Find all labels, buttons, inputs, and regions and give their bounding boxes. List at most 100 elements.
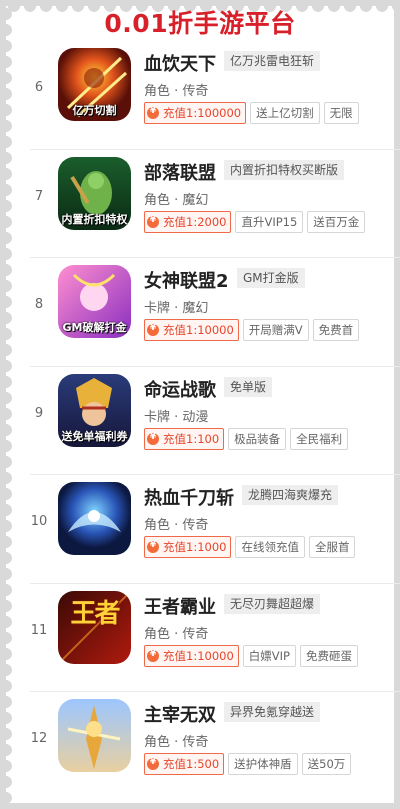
- meta-separator: ·: [170, 192, 183, 208]
- game-category: 卡牌: [144, 301, 171, 316]
- game-name[interactable]: 命运战歌: [144, 376, 216, 402]
- benefit-chip: 送护体神盾: [228, 753, 298, 775]
- game-name[interactable]: 热血千刀斩: [144, 484, 234, 510]
- benefit-chip: 免费首: [312, 319, 360, 341]
- game-tag: 异界免氪穿越送: [224, 702, 321, 722]
- benefit-chip: 全服首: [308, 536, 356, 558]
- game-genre: 传奇: [182, 626, 209, 642]
- icon-caption: 送免单福利券: [61, 429, 128, 443]
- benefit-chip: 开局赠满V: [242, 319, 309, 341]
- game-tag: GM打金版: [237, 268, 305, 288]
- game-row[interactable]: 12 主宰无双异界免氪穿越送角色 · 传奇充值1:500 送护体神盾送50万: [22, 691, 400, 800]
- icon-caption: 王者: [70, 598, 120, 629]
- chip-row: 充值1:100000 送上亿切割无限: [144, 102, 400, 124]
- game-category: 角色: [144, 735, 171, 750]
- game-tag: 龙腾四海爽爆充: [242, 485, 339, 505]
- game-category: 角色: [144, 84, 171, 99]
- icon-caption: 内置折扣特权: [61, 212, 128, 226]
- game-category: 角色: [144, 518, 171, 533]
- game-genre: 魔幻: [182, 301, 209, 316]
- rank-number: 6: [34, 80, 44, 95]
- chip-row: 充值1:2000 直升VIP15送百万金: [144, 210, 400, 233]
- game-row[interactable]: 6 亿万切割 血饮天下亿万兆雷电狂斩角色 · 传奇充值1:100000 送上亿切割无限: [22, 40, 400, 149]
- game-zhuzai-icon[interactable]: [58, 699, 131, 772]
- game-name[interactable]: 主宰无双: [144, 701, 216, 727]
- coin-icon: [147, 432, 159, 445]
- rank-number: 8: [34, 297, 44, 312]
- game-row[interactable]: 11 王者王者霸业无尽刃舞超超爆角色 · 传奇充值1:10000 白嫖VIP免费砸蛋: [22, 582, 400, 692]
- recharge-badge: 充值1:1000: [144, 536, 232, 558]
- recharge-badge: 充值1:100000: [144, 102, 247, 124]
- game-mingyun-icon[interactable]: 送免单福利券: [58, 373, 131, 447]
- benefit-chip: 在线领充值: [235, 536, 305, 558]
- game-meta: 角色 · 传奇: [144, 731, 208, 750]
- game-rexue-icon[interactable]: [58, 482, 131, 555]
- meta-separator: ·: [170, 518, 183, 533]
- game-name[interactable]: 部落联盟: [144, 159, 216, 185]
- meta-separator: ·: [170, 735, 183, 750]
- benefit-chip: 送50万: [301, 753, 352, 775]
- chip-row: 充值1:500 送护体神盾送50万: [144, 753, 400, 775]
- game-tag: 免单版: [224, 376, 273, 397]
- rank-number: 11: [30, 622, 48, 638]
- game-name[interactable]: 女神联盟2: [144, 267, 229, 293]
- rank-number: 9: [34, 405, 44, 421]
- game-list: 6亿万切割血饮天下亿万兆雷电狂斩角色 · 传奇充值1:100000送上亿切割无限…: [22, 40, 400, 800]
- game-category: 角色: [144, 192, 171, 208]
- game-category: 角色: [144, 626, 171, 642]
- game-tag: 内置折扣特权买断版: [224, 159, 345, 180]
- recharge-ratio: 充值1:10000: [163, 323, 234, 337]
- game-xueyin-icon[interactable]: 亿万切割: [58, 48, 131, 121]
- coin-icon: [147, 323, 159, 336]
- chip-row: 充值1:100 极品装备全民福利: [144, 427, 400, 450]
- benefit-chip: 无限: [323, 102, 359, 124]
- recharge-badge: 充值1:500: [144, 753, 225, 775]
- game-meta: 角色 · 传奇: [144, 514, 208, 533]
- game-category: 卡牌: [144, 409, 171, 425]
- recharge-ratio: 充值1:2000: [163, 214, 227, 229]
- benefit-chip: 免费砸蛋: [299, 644, 358, 667]
- rank-number: 12: [30, 731, 48, 746]
- game-genre: 传奇: [182, 518, 209, 533]
- benefit-chip: 全民福利: [290, 427, 349, 450]
- game-buluo-icon[interactable]: 内置折扣特权: [58, 156, 131, 230]
- coin-icon: [147, 106, 159, 119]
- coin-icon: [147, 215, 159, 228]
- game-meta: 卡牌 · 魔幻: [144, 297, 208, 316]
- game-row[interactable]: 8 GM破解打金 女神联盟2 GM打金版卡牌 · 魔幻充值1:10000 开局赠满V免费…: [22, 257, 400, 366]
- rank-number: 10: [30, 514, 48, 529]
- game-genre: 动漫: [182, 409, 209, 425]
- chip-row: 充值1:1000 在线领充值全服首: [144, 536, 400, 558]
- game-wangzhe-icon[interactable]: 王者: [58, 590, 131, 664]
- benefit-chip: 送上亿切割: [250, 102, 320, 124]
- recharge-badge: 充值1:2000: [144, 210, 232, 233]
- recharge-badge: 充值1:10000: [144, 319, 239, 341]
- recharge-badge: 充值1:100: [144, 427, 225, 450]
- benefit-chip: 直升VIP15: [235, 210, 304, 233]
- game-name[interactable]: 王者霸业: [144, 593, 216, 619]
- meta-separator: ·: [170, 626, 183, 642]
- game-meta: 角色 · 魔幻: [144, 189, 208, 208]
- game-row[interactable]: 10 热血千刀斩龙腾四海爽爆充角色 · 传奇充值1:1000 在线领充值全服首: [22, 474, 400, 583]
- recharge-ratio: 充值1:100: [163, 431, 220, 446]
- game-genre: 魔幻: [182, 192, 209, 208]
- game-nvshen-icon[interactable]: GM破解打金: [58, 265, 131, 338]
- game-row[interactable]: 7 内置折扣特权 部落联盟内置折扣特权买断版角色 · 魔幻充值1:2000 直升VIP…: [22, 148, 400, 258]
- recharge-ratio: 充值1:500: [163, 757, 220, 771]
- icon-caption: 亿万切割: [72, 104, 117, 117]
- chip-row: 充值1:10000 白嫖VIP免费砸蛋: [144, 644, 400, 667]
- meta-separator: ·: [170, 409, 183, 425]
- benefit-chip: 白嫖VIP: [242, 644, 296, 667]
- icon-caption: GM破解打金: [62, 321, 127, 334]
- recharge-ratio: 充值1:1000: [163, 540, 227, 554]
- meta-separator: ·: [170, 84, 183, 99]
- game-tag: 无尽刃舞超超爆: [224, 593, 321, 614]
- game-meta: 角色 · 传奇: [144, 80, 208, 99]
- recharge-badge: 充值1:10000: [144, 644, 239, 667]
- rank-number: 7: [34, 188, 44, 204]
- recharge-ratio: 充值1:10000: [163, 648, 234, 663]
- game-row[interactable]: 9 送免单福利券 命运战歌免单版卡牌 · 动漫充值1:100 极品装备全民福利: [22, 365, 400, 475]
- chip-row: 充值1:10000 开局赠满V免费首: [144, 319, 400, 341]
- benefit-chip: 送百万金: [307, 210, 366, 233]
- game-name[interactable]: 血饮天下: [144, 50, 216, 76]
